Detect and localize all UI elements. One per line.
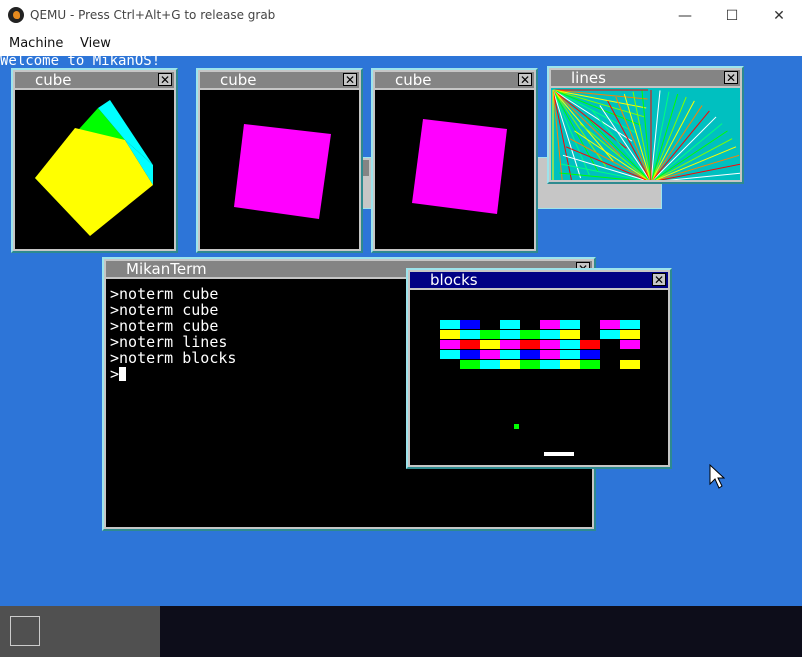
block bbox=[560, 360, 580, 369]
block bbox=[620, 360, 640, 369]
block bbox=[620, 320, 640, 329]
block bbox=[520, 350, 540, 359]
cube-window-2[interactable]: cube ✕ bbox=[196, 68, 363, 253]
menu-machine[interactable]: Machine bbox=[9, 36, 63, 51]
terminal-window-title: MikanTerm bbox=[126, 260, 207, 278]
lines-window-titlebar[interactable]: lines ✕ bbox=[551, 70, 740, 86]
block bbox=[480, 360, 500, 369]
cube-window-2-title: cube bbox=[220, 71, 257, 89]
cube-1-graphic bbox=[35, 100, 153, 236]
block bbox=[560, 330, 580, 339]
terminal-line: >noterm cube bbox=[110, 317, 219, 335]
cube-window-3-title: cube bbox=[395, 71, 432, 89]
qemu-titlebar: QEMU - Press Ctrl+Alt+G to release grab … bbox=[0, 0, 802, 32]
cube-window-3-titlebar[interactable]: cube ✕ bbox=[375, 72, 534, 88]
block bbox=[540, 350, 560, 359]
welcome-text: Welcome to MikanOS! bbox=[0, 56, 161, 69]
cube-window-2-close-button[interactable]: ✕ bbox=[343, 73, 357, 86]
cube-2-graphic bbox=[234, 124, 331, 219]
blocks-window-titlebar[interactable]: blocks ✕ bbox=[410, 272, 668, 288]
window-title: QEMU - Press Ctrl+Alt+G to release grab bbox=[30, 8, 276, 22]
cube-3-graphic bbox=[412, 119, 507, 214]
mouse-cursor-icon bbox=[709, 464, 725, 489]
block bbox=[540, 320, 560, 329]
block bbox=[560, 340, 580, 349]
block bbox=[440, 320, 460, 329]
cube-window-1-close-button[interactable]: ✕ bbox=[158, 73, 172, 86]
lines-window-title: lines bbox=[571, 69, 606, 87]
block bbox=[540, 330, 560, 339]
lines-graphic bbox=[552, 89, 740, 180]
lines-window-close-button[interactable]: ✕ bbox=[724, 71, 738, 84]
lines-window[interactable]: lines ✕ bbox=[547, 66, 744, 184]
block bbox=[620, 330, 640, 339]
block bbox=[460, 320, 480, 329]
cube-window-1[interactable]: cube ✕ bbox=[11, 68, 178, 253]
block bbox=[540, 360, 560, 369]
cube-window-1-titlebar[interactable]: cube ✕ bbox=[15, 72, 174, 88]
terminal-line: >noterm cube bbox=[110, 301, 219, 319]
block bbox=[560, 350, 580, 359]
terminal-line: >noterm lines bbox=[110, 333, 228, 351]
block bbox=[520, 330, 540, 339]
cube-window-3-canvas bbox=[375, 90, 534, 249]
blocks-game-area[interactable] bbox=[410, 290, 668, 465]
terminal-cursor bbox=[119, 367, 126, 381]
cube-window-2-canvas bbox=[200, 90, 359, 249]
guest-desktop[interactable]: Welcome to MikanOS! cube ✕ cube ✕ cube ✕… bbox=[0, 56, 802, 657]
cube-window-1-title: cube bbox=[35, 71, 72, 89]
block bbox=[580, 340, 600, 349]
paddle bbox=[544, 452, 574, 456]
block bbox=[500, 330, 520, 339]
menubar: Machine View bbox=[0, 32, 802, 57]
block bbox=[580, 350, 600, 359]
start-button[interactable] bbox=[10, 616, 40, 646]
cube-window-2-titlebar[interactable]: cube ✕ bbox=[200, 72, 359, 88]
block bbox=[440, 340, 460, 349]
cube-window-1-canvas bbox=[15, 90, 174, 249]
qemu-logo-icon bbox=[8, 7, 24, 23]
block bbox=[480, 340, 500, 349]
block bbox=[540, 340, 560, 349]
block bbox=[500, 340, 520, 349]
block bbox=[440, 330, 460, 339]
maximize-button[interactable]: ☐ bbox=[709, 4, 755, 28]
taskbar bbox=[0, 606, 802, 657]
terminal-prompt: > bbox=[110, 365, 120, 383]
taskbar-start-area bbox=[0, 606, 160, 657]
ball bbox=[514, 424, 519, 429]
block bbox=[460, 350, 480, 359]
blocks-window[interactable]: blocks ✕ bbox=[406, 268, 672, 469]
block bbox=[460, 360, 480, 369]
block bbox=[580, 360, 600, 369]
block bbox=[600, 330, 620, 339]
block bbox=[500, 360, 520, 369]
blocks-window-close-button[interactable]: ✕ bbox=[652, 273, 666, 286]
lines-window-canvas bbox=[551, 88, 740, 180]
block bbox=[620, 340, 640, 349]
block bbox=[460, 330, 480, 339]
block bbox=[480, 350, 500, 359]
block bbox=[520, 340, 540, 349]
block bbox=[500, 320, 520, 329]
menu-view[interactable]: View bbox=[80, 36, 111, 51]
cube-window-3-close-button[interactable]: ✕ bbox=[518, 73, 532, 86]
cube-window-3[interactable]: cube ✕ bbox=[371, 68, 538, 253]
close-button[interactable]: ✕ bbox=[756, 4, 802, 28]
block bbox=[520, 360, 540, 369]
block bbox=[440, 350, 460, 359]
block bbox=[560, 320, 580, 329]
terminal-line: >noterm cube bbox=[110, 285, 219, 303]
block bbox=[500, 350, 520, 359]
block bbox=[460, 340, 480, 349]
block bbox=[480, 330, 500, 339]
line bbox=[552, 89, 627, 149]
minimize-button[interactable]: — bbox=[662, 4, 708, 28]
blocks-window-title: blocks bbox=[430, 271, 478, 289]
terminal-line: >noterm blocks bbox=[110, 349, 237, 367]
block bbox=[600, 320, 620, 329]
